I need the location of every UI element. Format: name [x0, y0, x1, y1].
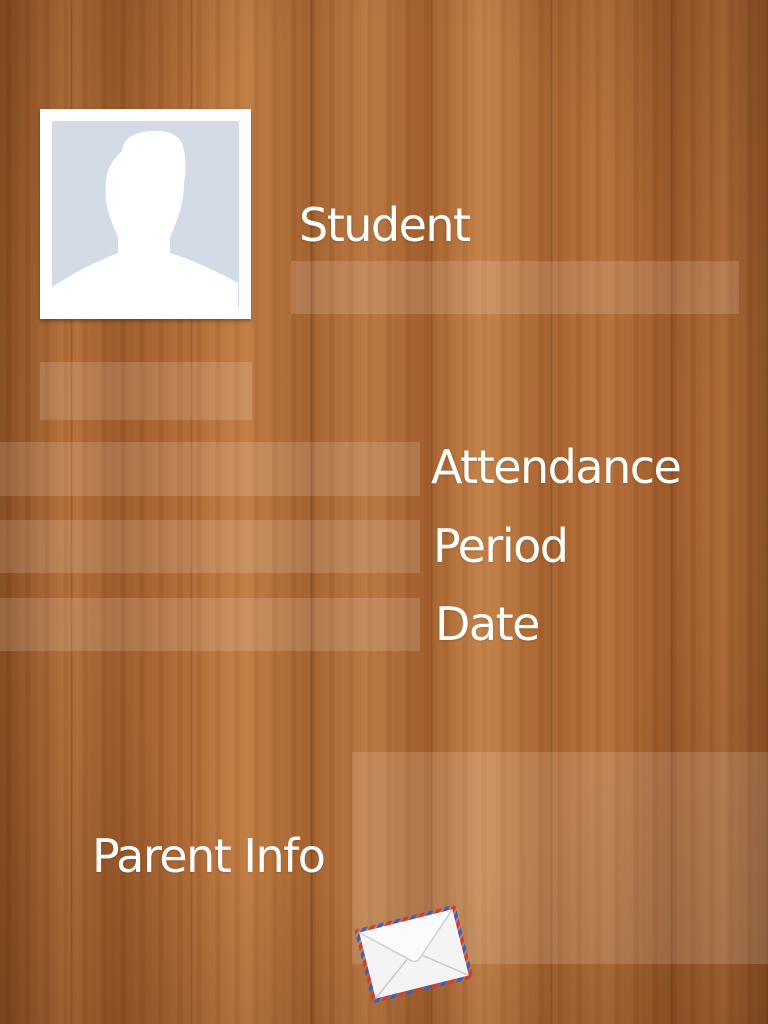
period-field[interactable]: [0, 520, 420, 573]
attendance-field[interactable]: [0, 442, 420, 496]
profile-photo[interactable]: [40, 109, 251, 319]
date-label: Date: [435, 597, 540, 651]
period-label: Period: [433, 519, 569, 573]
student-name-field[interactable]: [291, 261, 739, 314]
student-label: Student: [299, 198, 471, 252]
student-id-field[interactable]: [40, 362, 252, 420]
person-silhouette-icon: [52, 130, 238, 307]
parent-info-label: Parent Info: [92, 829, 326, 883]
attendance-label: Attendance: [431, 440, 682, 494]
date-field[interactable]: [0, 598, 420, 651]
photo-placeholder: [52, 121, 239, 307]
